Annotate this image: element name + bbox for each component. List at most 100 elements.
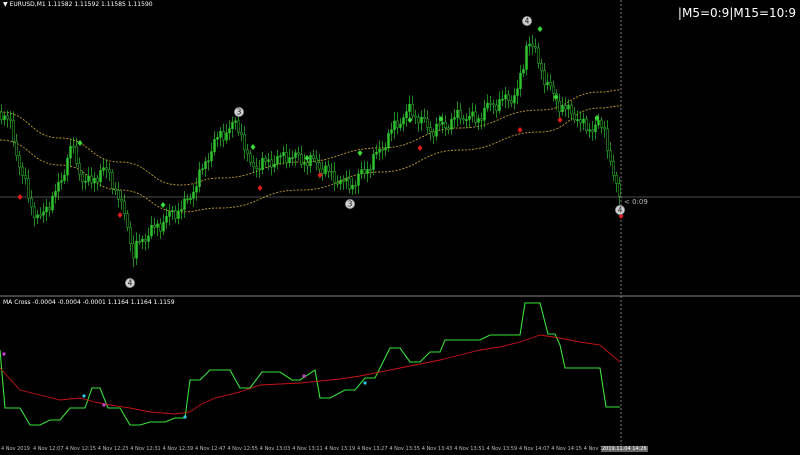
candle-body <box>21 166 24 176</box>
candle-body <box>492 103 495 106</box>
time-axis-label: 4 Nov 13:59 <box>486 446 518 452</box>
candle-body <box>423 117 426 120</box>
candle-body <box>603 127 606 130</box>
fast-ma-line <box>0 302 620 426</box>
cross-dot-cyan <box>82 394 86 398</box>
time-axis-label: 4 Nov 13:03 <box>259 446 291 452</box>
candle-body <box>66 157 69 176</box>
candle-body <box>522 69 525 74</box>
candle-body <box>33 206 36 219</box>
wave-label-text: 4 <box>618 206 623 215</box>
slow-ma-line <box>0 334 621 415</box>
candle-body <box>54 191 57 197</box>
cross-dot-magenta <box>302 374 306 378</box>
wave-label-text: 4 <box>128 279 133 288</box>
candle-body <box>153 224 156 228</box>
candle-body <box>558 100 561 112</box>
candle-body <box>177 210 180 219</box>
candle-body <box>342 180 345 182</box>
candle-body <box>132 243 135 259</box>
candle-body <box>204 161 207 169</box>
candle-body <box>279 155 282 158</box>
candle-body <box>318 162 321 170</box>
chart-canvas[interactable]: 4 3 3 4 4 <box>0 0 800 455</box>
candle-body <box>231 122 234 129</box>
candle-body <box>372 153 375 170</box>
candle-body <box>534 46 537 49</box>
candle-body <box>465 119 468 121</box>
sell-signal-icon <box>257 185 263 191</box>
candle-body <box>312 155 315 159</box>
wave-label-text: 3 <box>348 200 353 209</box>
main-chart-title: ▼ EURUSD,M1 1.11582 1.11592 1.11585 1.115… <box>3 1 153 8</box>
candle-body <box>315 158 318 163</box>
cross-dot-cyan <box>363 381 367 385</box>
candle-body <box>27 178 30 199</box>
candle-body <box>408 103 411 112</box>
candle-body <box>453 117 456 120</box>
candle-body <box>306 162 309 167</box>
candle-body <box>93 177 96 184</box>
candle-body <box>303 162 306 165</box>
candle-body <box>87 175 90 182</box>
time-axis-label: 4 Nov 2019 <box>1 446 30 452</box>
candle-body <box>591 129 594 133</box>
candle-body <box>9 118 12 121</box>
candle-body <box>459 109 462 119</box>
time-axis-label: 4 Nov 13:19 <box>324 446 356 452</box>
candle-body <box>174 210 177 219</box>
candle-body <box>447 127 450 130</box>
candle-body <box>120 198 123 202</box>
candle-body <box>354 185 357 187</box>
candle-body <box>402 117 405 125</box>
sell-signal-icon <box>117 212 123 218</box>
candle-body <box>183 198 186 210</box>
candle-body <box>222 131 225 141</box>
candle-body <box>165 216 168 223</box>
candle-body <box>549 81 552 87</box>
candle-body <box>396 120 399 128</box>
candle-body <box>90 175 93 184</box>
time-axis-label: 4 Nov 12:47 <box>195 446 226 452</box>
time-axis-label: 4 Nov 13:11 <box>292 446 323 452</box>
wave-label-text: 4 <box>525 17 530 26</box>
candle-body <box>432 131 435 137</box>
chart-menu-arrow-icon[interactable]: ▼ <box>3 1 8 8</box>
candle-body <box>180 209 183 212</box>
sell-signal-icon <box>517 127 523 133</box>
sell-signal-icon <box>17 194 23 200</box>
time-axis-label: 4 Nov 12:07 <box>33 446 64 452</box>
candle-body <box>483 107 486 121</box>
time-axis-label: 4 Nov 14:07 <box>519 446 550 452</box>
candle-body <box>285 152 288 163</box>
candle-body <box>60 180 63 183</box>
candle-body <box>438 123 441 126</box>
cross-dot-cyan <box>183 415 187 419</box>
candle-body <box>99 170 102 183</box>
indicator-title: MA Cross -0.0004 -0.0004 -0.0001 1.1164 … <box>3 299 175 306</box>
candle-body <box>537 47 540 64</box>
candle-body <box>45 206 48 213</box>
candle-body <box>135 240 138 259</box>
candle-body <box>102 167 105 171</box>
candle-body <box>363 169 366 174</box>
candle-body <box>576 119 579 121</box>
candle-body <box>297 152 300 155</box>
candle-body <box>573 113 576 121</box>
time-axis[interactable]: 4 Nov 2019 4 Nov 12:07 4 Nov 12:15 4 Nov 12… <box>0 445 800 455</box>
candle-body <box>351 185 354 190</box>
candle-body <box>15 141 18 156</box>
candle-body <box>594 124 597 133</box>
time-axis-label: 4 Nov 13:35 <box>389 446 420 452</box>
buy-signal-icon <box>304 155 310 161</box>
candle-body <box>564 105 567 110</box>
buy-signal-icon <box>537 26 543 32</box>
buy-signal-icon <box>357 150 363 156</box>
cross-dot-magenta <box>102 403 106 407</box>
candle-body <box>237 120 240 133</box>
buy-signal-icon <box>160 202 166 208</box>
candle-body <box>393 120 396 131</box>
candle-body <box>498 99 501 111</box>
signal-markers <box>17 26 624 219</box>
candle-body <box>513 95 516 104</box>
